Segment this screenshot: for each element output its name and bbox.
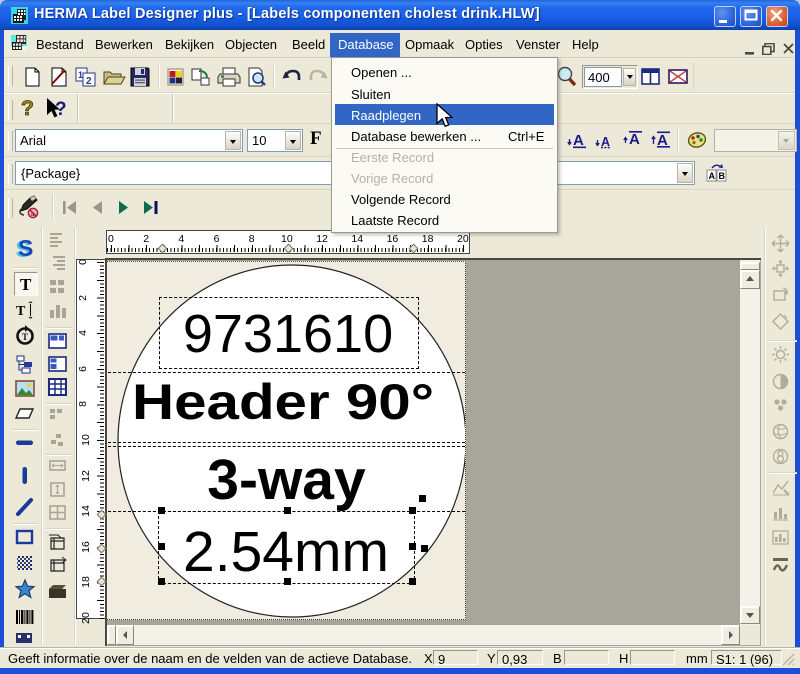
svg-text:?: ? (21, 97, 34, 120)
svg-text:T: T (22, 332, 28, 342)
svg-text:A: A (709, 171, 716, 181)
svg-text:2: 2 (86, 76, 92, 87)
svg-text:1: 1 (78, 70, 83, 80)
svg-text:a: a (31, 211, 35, 218)
svg-text:A: A (629, 131, 640, 148)
svg-text:S: S (18, 238, 33, 260)
svg-text:T: T (16, 304, 26, 319)
svg-text:B: B (719, 171, 726, 181)
svg-text:A: A (573, 132, 584, 149)
svg-text:T: T (20, 275, 32, 294)
